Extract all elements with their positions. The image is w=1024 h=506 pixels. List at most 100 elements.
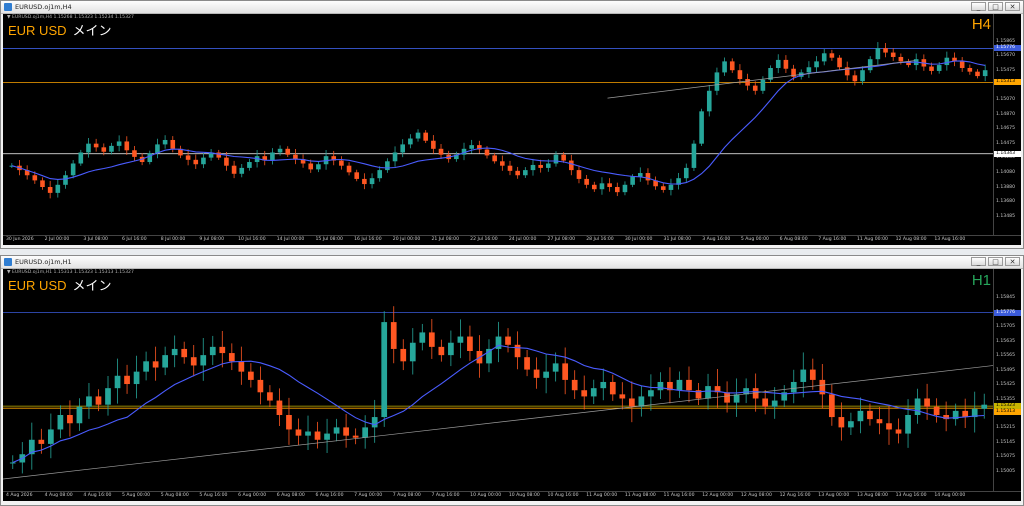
time-tick-label: 9 Jul 08:00 xyxy=(199,237,225,242)
h1-window-titlebar[interactable]: EURUSD.oj1m,H1 _ □ ✕ xyxy=(1,256,1023,269)
maximize-button[interactable]: □ xyxy=(988,2,1003,11)
minimize-button[interactable]: _ xyxy=(971,257,986,266)
candle-body xyxy=(200,355,207,366)
candle-body xyxy=(562,363,569,380)
h1-chart-window[interactable]: EURUSD.oj1m,H1 _ □ ✕ ▼ EURUSD.oj1m,H1 1.… xyxy=(0,255,1024,506)
candle-body xyxy=(762,398,769,407)
close-button[interactable]: ✕ xyxy=(1005,257,1020,266)
candle-body xyxy=(132,150,137,157)
h1-symbol-text: EUR USD xyxy=(8,278,67,293)
current-price-label: 1.14343 xyxy=(994,150,1021,157)
time-tick-label: 7 Aug 16:00 xyxy=(431,493,460,498)
candle-body xyxy=(162,355,169,368)
h4-symbol-label: EUR USD メイン xyxy=(8,20,112,39)
candle-body xyxy=(247,162,252,168)
candle-body xyxy=(691,143,697,168)
time-tick-label: 13 Aug 00:00 xyxy=(818,493,850,498)
candle-body xyxy=(752,85,758,91)
candle-body xyxy=(152,361,159,368)
candle-body xyxy=(790,381,797,393)
time-tick-label: 14 Aug 00:00 xyxy=(934,493,966,498)
candle-body xyxy=(500,161,505,166)
candle-body xyxy=(305,431,311,436)
candle-body xyxy=(190,357,197,366)
candle-body xyxy=(895,429,902,434)
chart-window-icon xyxy=(4,258,12,266)
candle-body xyxy=(733,394,740,403)
trendline xyxy=(3,365,994,480)
h4-window-titlebar[interactable]: EURUSD.oj1m,H4 _ □ ✕ xyxy=(1,1,1023,14)
candle-body xyxy=(76,406,83,424)
candle-body xyxy=(982,70,988,77)
h1-time-axis[interactable]: 4 Aug 2026 4 Aug 08:00 4 Aug 16:00 5 Aug 00… xyxy=(3,491,1021,501)
candle-body xyxy=(343,427,349,436)
candle-body xyxy=(848,421,854,428)
candle-body xyxy=(806,67,812,73)
price-tick-label: 1.14080 xyxy=(996,170,1015,176)
candle-body xyxy=(295,429,302,436)
candle-body xyxy=(809,369,816,380)
candle-body xyxy=(231,165,237,174)
candle-body xyxy=(369,178,375,185)
h4-symbol-text: EUR USD xyxy=(8,23,67,38)
price-tick-label: 1.15670 xyxy=(996,53,1015,59)
h1-price-axis[interactable]: 1.158451.157751.157051.156351.155651.154… xyxy=(993,269,1021,491)
time-tick-label: 12 Aug 00:00 xyxy=(702,493,734,498)
h1-timeframe-label: H1 xyxy=(971,272,991,289)
candle-body xyxy=(607,183,612,188)
current-price-label: 1.15776 xyxy=(994,45,1021,52)
candle-body xyxy=(109,145,114,152)
candle-body xyxy=(929,66,934,71)
h1-chart-plot-area[interactable]: ▼ EURUSD.oj1m,H1 1.15313 1.15323 1.15313… xyxy=(3,269,994,491)
time-tick-label: 7 Aug 08:00 xyxy=(392,493,421,498)
h4-price-axis[interactable]: 1.158651.156701.154751.152751.150701.148… xyxy=(993,14,1021,235)
candle-body xyxy=(314,431,321,440)
maximize-button[interactable]: □ xyxy=(988,257,1003,266)
h4-time-axis[interactable]: 30 Jun 2026 2 Jul 00:00 3 Jul 08:00 6 Jul 1… xyxy=(3,235,1021,245)
candle-body xyxy=(569,160,574,171)
candle-body xyxy=(409,342,416,362)
candle-body xyxy=(714,72,720,91)
candle-body xyxy=(467,336,473,351)
candle-body xyxy=(523,170,528,176)
price-tick-label: 1.15355 xyxy=(996,396,1015,402)
candle-body xyxy=(944,57,950,66)
candle-body xyxy=(484,149,490,156)
candle-body xyxy=(886,423,892,430)
current-price-label: 1.15776 xyxy=(994,309,1021,316)
candle-body xyxy=(829,53,835,58)
h4-chart-plot-area[interactable]: ▼ EURUSD.oj1m,H4 1.15268 1.15323 1.15234… xyxy=(3,14,994,235)
candle-body xyxy=(316,164,321,170)
price-tick-label: 1.14870 xyxy=(996,112,1015,117)
h4-chart-window[interactable]: EURUSD.oj1m,H4 _ □ ✕ ▼ EURUSD.oj1m,H4 1.… xyxy=(0,0,1024,249)
chart-window-icon xyxy=(4,3,12,11)
close-button[interactable]: ✕ xyxy=(1005,2,1020,11)
candle-body xyxy=(876,419,883,424)
candle-body xyxy=(783,59,789,69)
candle-body xyxy=(257,379,264,393)
minimize-button[interactable]: _ xyxy=(971,2,986,11)
candle-body xyxy=(981,404,988,409)
time-tick-label: 3 Jul 08:00 xyxy=(83,237,108,242)
candle-body xyxy=(201,157,206,165)
candle-body xyxy=(729,61,735,71)
candle-body xyxy=(533,369,540,378)
candle-body xyxy=(38,439,45,444)
candle-body xyxy=(415,132,421,139)
candle-body xyxy=(630,176,635,185)
candle-body xyxy=(371,417,378,428)
candle-body xyxy=(648,390,654,397)
candle-body xyxy=(959,61,965,68)
candle-body xyxy=(622,184,628,193)
candle-body xyxy=(47,187,53,193)
candle-body xyxy=(408,138,413,145)
candle-body xyxy=(837,57,842,68)
time-tick-label: 28 Jul 16:00 xyxy=(586,237,614,242)
time-tick-label: 6 Aug 00:00 xyxy=(238,493,267,498)
time-tick-label: 12 Aug 08:00 xyxy=(740,493,772,498)
time-tick-label: 4 Aug 08:00 xyxy=(44,493,73,498)
h4-window-title: EURUSD.oj1m,H4 xyxy=(15,3,72,11)
price-tick-label: 1.15145 xyxy=(996,439,1015,445)
time-tick-label: 10 Aug 16:00 xyxy=(547,493,579,498)
candle-body xyxy=(553,154,559,164)
